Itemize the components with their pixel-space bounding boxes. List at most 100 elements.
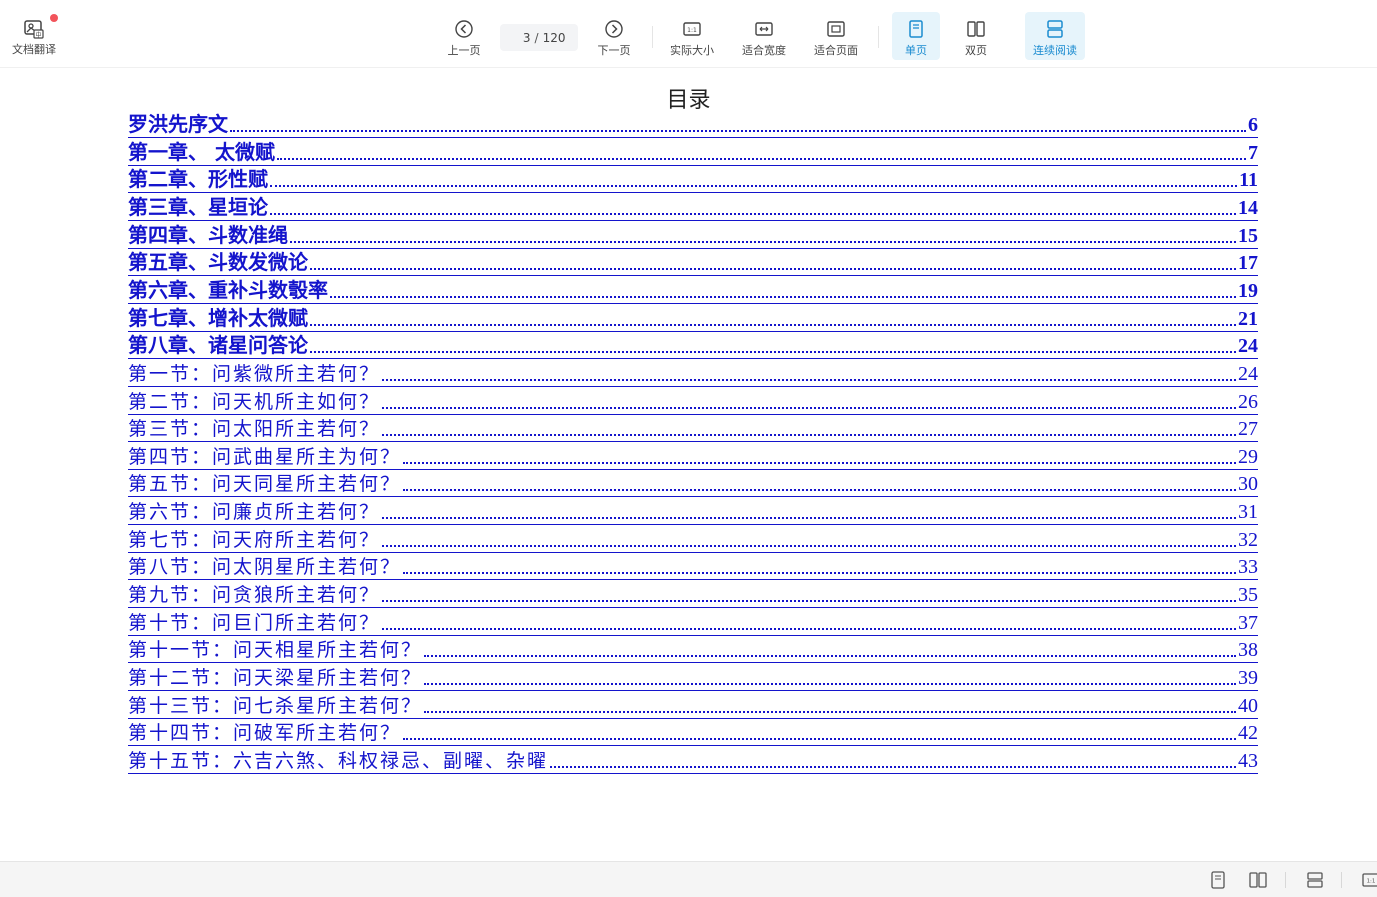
toolbar-divider [652, 26, 653, 48]
toc-entry[interactable]: 第五节：问天同星所主若何？ 30 [128, 471, 1258, 497]
toc-leader-dots [382, 517, 1236, 519]
actual-size-icon[interactable]: 1:1 [1359, 868, 1377, 892]
toc-entry[interactable]: 第五章、斗数发微论 17 [128, 250, 1258, 276]
toc-leader-dots [382, 379, 1236, 381]
toc-entry-page: 38 [1238, 639, 1258, 661]
toc-entry[interactable]: 第三章、星垣论 14 [128, 195, 1258, 221]
svg-text:1:1: 1:1 [687, 27, 697, 34]
double-page-button[interactable]: 双页 [952, 12, 1000, 60]
toc-leader-dots [403, 489, 1236, 491]
toc-entry[interactable]: 罗洪先序文 6 [128, 112, 1258, 138]
fit-page-label: 适合页面 [814, 44, 858, 57]
toolbar: 中 文档翻译 上一页 / 120 下一页 1:1 实际大小 适合宽度 [0, 0, 1377, 68]
status-divider [1285, 872, 1286, 888]
toc-leader-dots [310, 324, 1236, 326]
next-page-label: 下一页 [597, 44, 631, 57]
toc-leader-dots [290, 241, 1236, 243]
toc-entry[interactable]: 第四节：问武曲星所主为何？ 29 [128, 444, 1258, 470]
toc-leader-dots [382, 434, 1236, 436]
page-number-input[interactable] [512, 30, 531, 45]
toc-leader-dots [424, 683, 1236, 685]
toc-leader-dots [382, 545, 1236, 547]
double-page-icon [965, 18, 987, 40]
continuous-icon[interactable] [1303, 868, 1327, 892]
status-divider [1341, 872, 1342, 888]
toc-entry-title: 第五节：问天同星所主若何？ [128, 473, 402, 495]
toc-entry[interactable]: 第十三节：问七杀星所主若何？ 40 [128, 693, 1258, 719]
toc-entry-title: 第九节：问贪狼所主若何？ [128, 584, 381, 606]
toc-entry[interactable]: 第七节：问天府所主若何？ 32 [128, 527, 1258, 553]
toc-leader-dots [424, 711, 1236, 713]
page-separator: / [534, 30, 539, 45]
toc-entry[interactable]: 第九节：问贪狼所主若何？ 35 [128, 582, 1258, 608]
toc-entry-title: 第十五节：六吉六煞、科权禄忌、副曜、杂曜 [128, 750, 549, 772]
toc-entry-title: 第四章、斗数准绳 [128, 223, 288, 247]
next-page-button[interactable]: 下一页 [588, 12, 640, 60]
toc-entry-title: 第十三节：问七杀星所主若何？ [128, 695, 423, 717]
toc-entry-title: 第十一节：问天相星所主若何？ [128, 639, 423, 661]
actual-size-button[interactable]: 1:1 实际大小 [664, 12, 720, 60]
toc-entry[interactable]: 第十五节：六吉六煞、科权禄忌、副曜、杂曜 43 [128, 748, 1258, 774]
toc-entry[interactable]: 第十节：问巨门所主若何？ 37 [128, 610, 1258, 636]
toc-entry[interactable]: 第八节：问太阴星所主若何？ 33 [128, 554, 1258, 580]
toc-entry[interactable]: 第一节：问紫微所主若何？ 24 [128, 361, 1258, 387]
toc-entry-page: 42 [1238, 722, 1258, 744]
toc-leader-dots [382, 407, 1236, 409]
single-page-button[interactable]: 单页 [892, 12, 940, 60]
toc-leader-dots [550, 766, 1236, 768]
toc-entry-title: 第二章、形性赋 [128, 167, 268, 191]
toc-entry-title: 第三节：问太阳所主若何？ [128, 418, 381, 440]
toc-entry-page: 11 [1239, 169, 1258, 191]
toc-entry-title: 罗洪先序文 [128, 112, 228, 136]
double-page-label: 双页 [965, 44, 987, 57]
toc-entry-title: 第十节：问巨门所主若何？ [128, 612, 381, 634]
toc-entry-title: 第一节：问紫微所主若何？ [128, 363, 381, 385]
double-page-icon[interactable] [1246, 868, 1270, 892]
single-page-label: 单页 [905, 44, 927, 57]
toc-entry-page: 30 [1238, 473, 1258, 495]
toc-leader-dots [382, 628, 1236, 630]
toc-entry-page: 24 [1238, 363, 1258, 385]
single-page-icon[interactable] [1206, 868, 1230, 892]
toc-entry-page: 37 [1238, 612, 1258, 634]
toc-entry-title: 第八节：问太阴星所主若何？ [128, 556, 402, 578]
fit-width-button[interactable]: 适合宽度 [736, 12, 792, 60]
continuous-reading-button[interactable]: 连续阅读 [1025, 12, 1085, 60]
status-bar: 1:1 [0, 861, 1377, 897]
toc-entry-page: 31 [1238, 501, 1258, 523]
toc-entry-page: 24 [1238, 335, 1258, 357]
fit-page-button[interactable]: 适合页面 [808, 12, 864, 60]
svg-text:中: 中 [35, 31, 41, 39]
translate-label: 文档翻译 [12, 43, 56, 56]
toc-entry[interactable]: 第一章、 太微赋 7 [128, 140, 1258, 166]
toc-entry-title: 第六章、重补斗数彀率 [128, 278, 328, 302]
toc-entry[interactable]: 第二节：问天机所主如何？ 26 [128, 389, 1258, 415]
toc-entry-title: 第七章、增补太微赋 [128, 306, 308, 330]
toc-entry-title: 第七节：问天府所主若何？ [128, 529, 381, 551]
toc-entry-page: 14 [1238, 197, 1258, 219]
toc-entry-page: 33 [1238, 556, 1258, 578]
prev-page-button[interactable]: 上一页 [438, 12, 490, 60]
toc-entry[interactable]: 第六章、重补斗数彀率 19 [128, 278, 1258, 304]
toc-entry-page: 26 [1238, 391, 1258, 413]
toc-entry[interactable]: 第六节：问廉贞所主若何？ 31 [128, 499, 1258, 525]
toc-leader-dots [382, 600, 1236, 602]
toc-entry-title: 第二节：问天机所主如何？ [128, 391, 381, 413]
toc-entry-page: 32 [1238, 529, 1258, 551]
toolbar-divider [878, 26, 879, 48]
toc-entry-page: 15 [1238, 225, 1258, 247]
toc-leader-dots [403, 738, 1236, 740]
toc-entry[interactable]: 第十二节：问天梁星所主若何？ 39 [128, 665, 1258, 691]
toc-entry[interactable]: 第十一节：问天相星所主若何？ 38 [128, 637, 1258, 663]
toc-entry-title: 第十四节：问破军所主若何？ [128, 722, 402, 744]
toc-entry-title: 第三章、星垣论 [128, 195, 268, 219]
toc-leader-dots [276, 158, 1246, 160]
toc-entry[interactable]: 第八章、诸星问答论 24 [128, 333, 1258, 359]
toc-leader-dots [330, 296, 1236, 298]
actual-size-icon: 1:1 [681, 18, 703, 40]
toc-entry[interactable]: 第三节：问太阳所主若何？ 27 [128, 416, 1258, 442]
toc-entry[interactable]: 第十四节：问破军所主若何？ 42 [128, 720, 1258, 746]
toc-entry-page: 29 [1238, 446, 1258, 468]
toc-entry[interactable]: 第二章、形性赋 11 [128, 167, 1258, 193]
actual-size-label: 实际大小 [670, 44, 714, 57]
